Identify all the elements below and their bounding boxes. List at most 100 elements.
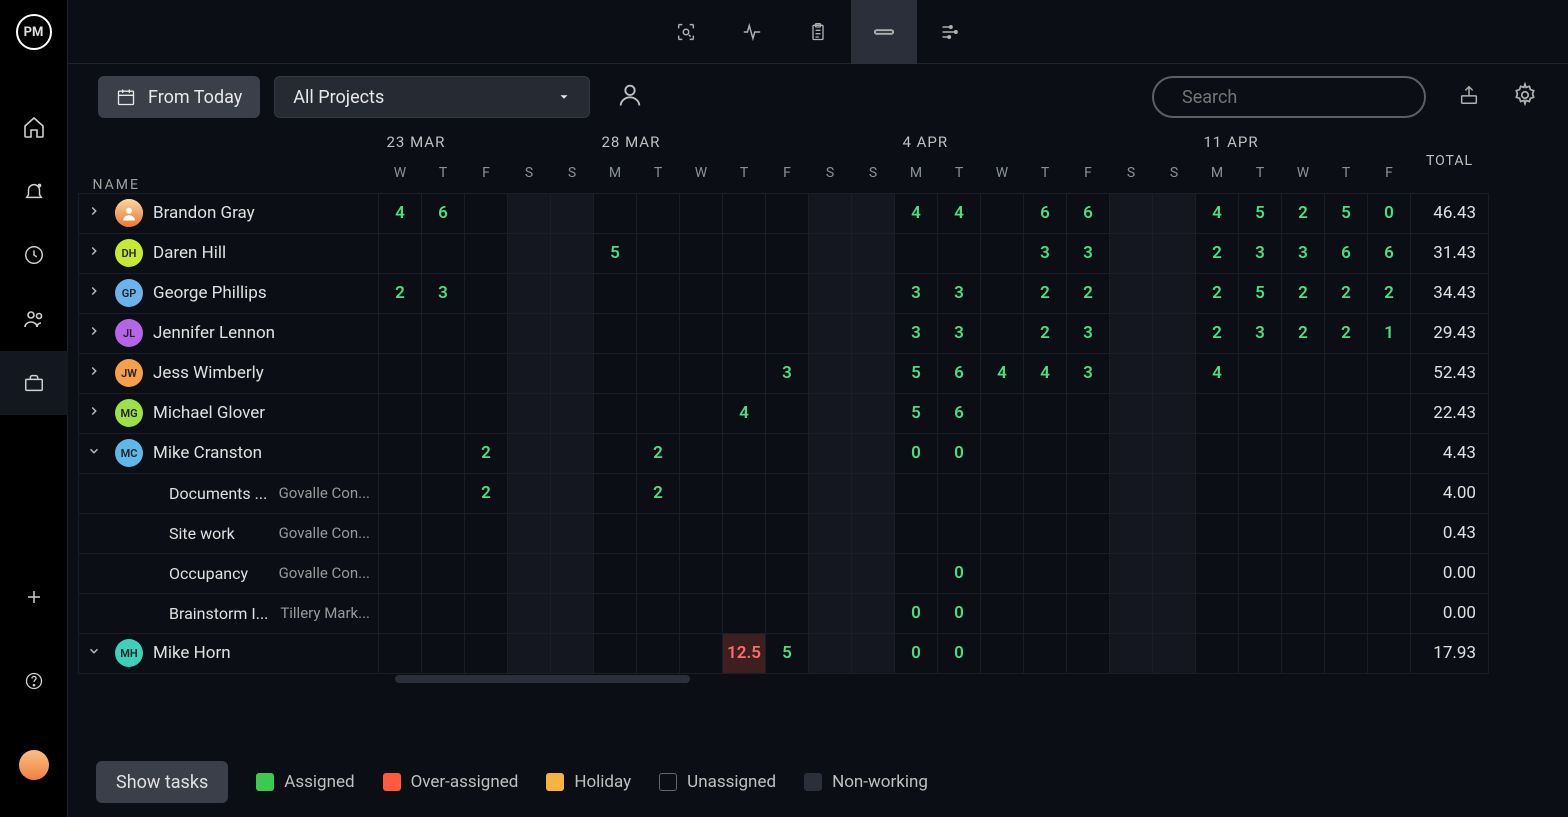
workload-cell[interactable] [379, 433, 422, 473]
user-row[interactable]: MHMike Horn12.550017.93 [79, 633, 1489, 673]
workload-cell[interactable] [1239, 593, 1282, 633]
workload-cell[interactable]: 0 [1368, 193, 1411, 233]
workload-cell[interactable] [594, 473, 637, 513]
export-icon[interactable] [1458, 84, 1480, 110]
workload-cell[interactable] [594, 393, 637, 433]
workload-cell[interactable] [637, 513, 680, 553]
workload-cell[interactable] [594, 193, 637, 233]
workload-cell[interactable] [1024, 393, 1067, 433]
workload-cell[interactable]: 2 [637, 473, 680, 513]
workload-cell[interactable] [1239, 393, 1282, 433]
expand-icon[interactable] [87, 443, 105, 463]
workload-cell[interactable]: 2 [1196, 233, 1239, 273]
workload-cell[interactable] [1196, 433, 1239, 473]
workload-cell[interactable] [379, 353, 422, 393]
workload-cell[interactable] [1110, 593, 1153, 633]
workload-cell[interactable] [1024, 553, 1067, 593]
workload-cell[interactable] [637, 633, 680, 673]
task-row[interactable]: OccupancyGovalle Con...00.00 [79, 553, 1489, 593]
workload-cell[interactable] [852, 273, 895, 313]
workload-cell[interactable] [723, 313, 766, 353]
workload-cell[interactable] [637, 313, 680, 353]
workload-cell[interactable] [1110, 633, 1153, 673]
workload-cell[interactable] [465, 553, 508, 593]
workload-cell[interactable] [465, 393, 508, 433]
workload-cell[interactable] [938, 233, 981, 273]
workload-cell[interactable]: 5 [1239, 193, 1282, 233]
nav-bell-icon[interactable] [0, 159, 68, 223]
workload-cell[interactable]: 2 [1325, 273, 1368, 313]
workload-cell[interactable] [680, 393, 723, 433]
workload-cell[interactable] [1325, 633, 1368, 673]
workload-cell[interactable]: 6 [1368, 233, 1411, 273]
workload-cell[interactable] [1153, 433, 1196, 473]
workload-cell[interactable] [809, 193, 852, 233]
workload-cell[interactable] [981, 473, 1024, 513]
expand-icon[interactable] [87, 203, 105, 223]
workload-cell[interactable] [551, 193, 594, 233]
workload-cell[interactable]: 3 [895, 313, 938, 353]
workload-cell[interactable] [895, 473, 938, 513]
workload-cell[interactable] [852, 193, 895, 233]
nav-plus-icon[interactable] [0, 565, 68, 629]
workload-cell[interactable] [680, 433, 723, 473]
workload-cell[interactable]: 5 [594, 233, 637, 273]
workload-cell[interactable] [508, 433, 551, 473]
workload-cell[interactable] [1110, 233, 1153, 273]
workload-cell[interactable] [1325, 513, 1368, 553]
workload-cell[interactable]: 6 [938, 353, 981, 393]
user-row[interactable]: JLJennifer Lennon33232322129.43 [79, 313, 1489, 353]
workload-cell[interactable] [723, 473, 766, 513]
workload-cell[interactable] [1325, 593, 1368, 633]
workload-cell[interactable] [1325, 393, 1368, 433]
nav-help-icon[interactable] [0, 649, 68, 713]
workload-cell[interactable] [379, 513, 422, 553]
workload-cell[interactable] [766, 553, 809, 593]
workload-cell[interactable] [1153, 513, 1196, 553]
workload-cell[interactable] [1110, 353, 1153, 393]
workload-cell[interactable]: 6 [1325, 233, 1368, 273]
workload-cell[interactable] [981, 393, 1024, 433]
workload-cell[interactable] [1368, 393, 1411, 433]
workload-cell[interactable] [551, 393, 594, 433]
workload-cell[interactable] [551, 433, 594, 473]
workload-cell[interactable] [809, 513, 852, 553]
workload-cell[interactable] [1325, 473, 1368, 513]
workload-cell[interactable] [680, 513, 723, 553]
workload-cell[interactable] [508, 393, 551, 433]
workload-cell[interactable]: 3 [1024, 233, 1067, 273]
workload-cell[interactable]: 5 [1325, 193, 1368, 233]
workload-cell[interactable] [465, 233, 508, 273]
workload-cell[interactable]: 6 [1067, 193, 1110, 233]
workload-cell[interactable] [594, 633, 637, 673]
workload-cell[interactable] [594, 433, 637, 473]
workload-cell[interactable] [1067, 433, 1110, 473]
from-today-button[interactable]: From Today [98, 76, 260, 118]
workload-cell[interactable] [1024, 593, 1067, 633]
workload-cell[interactable] [594, 513, 637, 553]
workload-cell[interactable] [1282, 353, 1325, 393]
workload-cell[interactable] [551, 273, 594, 313]
workload-cell[interactable]: 5 [895, 353, 938, 393]
person-filter-icon[interactable] [616, 81, 644, 113]
workload-cell[interactable]: 0 [938, 633, 981, 673]
workload-cell[interactable]: 2 [379, 273, 422, 313]
workload-cell[interactable] [465, 593, 508, 633]
workload-cell[interactable] [1368, 553, 1411, 593]
workload-cell[interactable]: 2 [1067, 273, 1110, 313]
workload-cell[interactable] [723, 513, 766, 553]
workload-cell[interactable] [465, 633, 508, 673]
workload-cell[interactable] [766, 513, 809, 553]
show-tasks-button[interactable]: Show tasks [96, 761, 228, 803]
workload-cell[interactable] [508, 553, 551, 593]
workload-cell[interactable] [551, 593, 594, 633]
workload-cell[interactable] [1024, 433, 1067, 473]
workload-cell[interactable]: 3 [938, 273, 981, 313]
workload-cell[interactable] [465, 353, 508, 393]
workload-cell[interactable]: 6 [1024, 193, 1067, 233]
workload-cell[interactable] [1110, 393, 1153, 433]
user-row[interactable]: GPGeorge Phillips2333222522234.43 [79, 273, 1489, 313]
workload-cell[interactable] [379, 393, 422, 433]
workload-cell[interactable] [981, 233, 1024, 273]
project-select[interactable]: All Projects [274, 76, 590, 118]
